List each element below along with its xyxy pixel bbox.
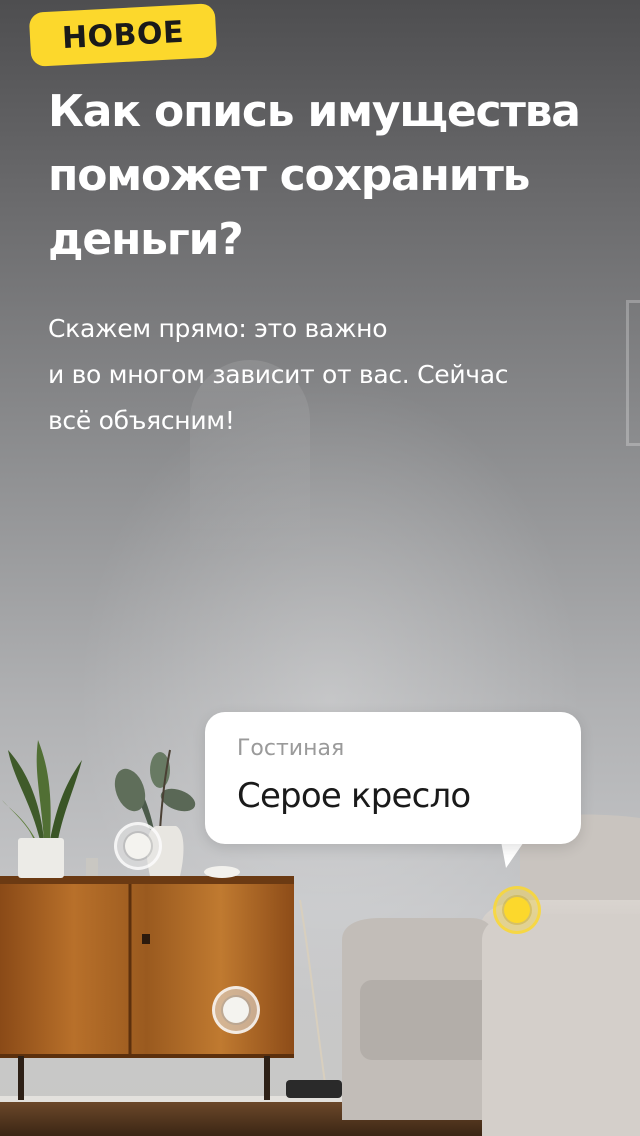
subtitle-line: всё объясним! xyxy=(48,406,235,435)
small-bowl xyxy=(204,866,240,878)
router xyxy=(286,1080,342,1098)
subtitle-line: и во многом зависит от вас. Сейчас xyxy=(48,360,509,389)
subtitle-line: Скажем прямо: это важно xyxy=(48,314,388,343)
tooltip-room-label: Гостиная xyxy=(237,736,345,761)
cable xyxy=(299,899,327,1091)
story-screen[interactable]: Гостиная Серое кресло НОВОЕ Как опись им… xyxy=(0,0,640,1136)
small-vase xyxy=(86,858,98,876)
hotspot-dot xyxy=(504,897,530,923)
hotspot-plant[interactable] xyxy=(114,822,162,870)
story-title: Как опись имущества поможет сохранить де… xyxy=(48,86,581,265)
hotspot-dot xyxy=(223,997,249,1023)
armchair xyxy=(342,814,640,1136)
new-badge-label: НОВОЕ xyxy=(61,14,185,56)
new-badge: НОВОЕ xyxy=(28,3,218,67)
hotspot-dot xyxy=(125,833,151,859)
item-tooltip[interactable]: Гостиная Серое кресло xyxy=(205,712,581,844)
hotspot-sideboard[interactable] xyxy=(212,986,260,1034)
story-subtitle: Скажем прямо: это важно и во многом зави… xyxy=(48,306,618,444)
sideboard xyxy=(0,876,294,1100)
tooltip-item-name: Серое кресло xyxy=(237,776,471,816)
hotspot-armchair[interactable] xyxy=(493,886,541,934)
snake-plant xyxy=(2,740,82,878)
